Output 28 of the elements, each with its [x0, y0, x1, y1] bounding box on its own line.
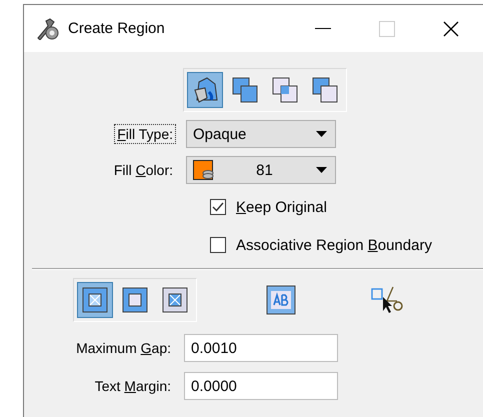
close-icon[interactable]: [443, 20, 459, 36]
checkbox-label: Keep Original: [236, 198, 327, 216]
window-title: Create Region: [68, 20, 166, 37]
field-label: Maximum Gap:: [75, 339, 172, 358]
outer-region-icon: [121, 286, 149, 314]
checkbox[interactable]: [210, 237, 226, 253]
text-region-icon: [266, 285, 296, 315]
checkbox-label: Associative Region Boundary: [236, 236, 432, 254]
cursor-select-icon[interactable]: [371, 285, 405, 315]
fill-color-label: Fill Color:: [112, 161, 174, 180]
fill-mode-button[interactable]: [187, 72, 223, 108]
inner-region-icon: [161, 286, 189, 314]
union-icon: [231, 76, 259, 104]
difference-icon: [311, 76, 339, 104]
checkbox[interactable]: [210, 199, 226, 215]
fill-color-dropdown[interactable]: 81: [186, 156, 336, 184]
dropdown-arrow-icon: [316, 167, 327, 173]
input-field[interactable]: 0.0010: [184, 334, 338, 362]
dropdown-arrow-icon: [316, 131, 327, 137]
input-field[interactable]: 0.0000: [184, 372, 338, 400]
fill-type-label: Fill Type:: [114, 124, 176, 144]
field-label: Text Margin:: [94, 377, 172, 396]
fill-type-dropdown[interactable]: Opaque: [186, 120, 336, 148]
minimize-icon[interactable]: [315, 28, 331, 30]
wrench-gear-icon: [36, 18, 60, 40]
boundary-mode-button[interactable]: [77, 282, 113, 318]
region-holes-icon: [81, 286, 109, 314]
intersection-icon: [271, 76, 299, 104]
